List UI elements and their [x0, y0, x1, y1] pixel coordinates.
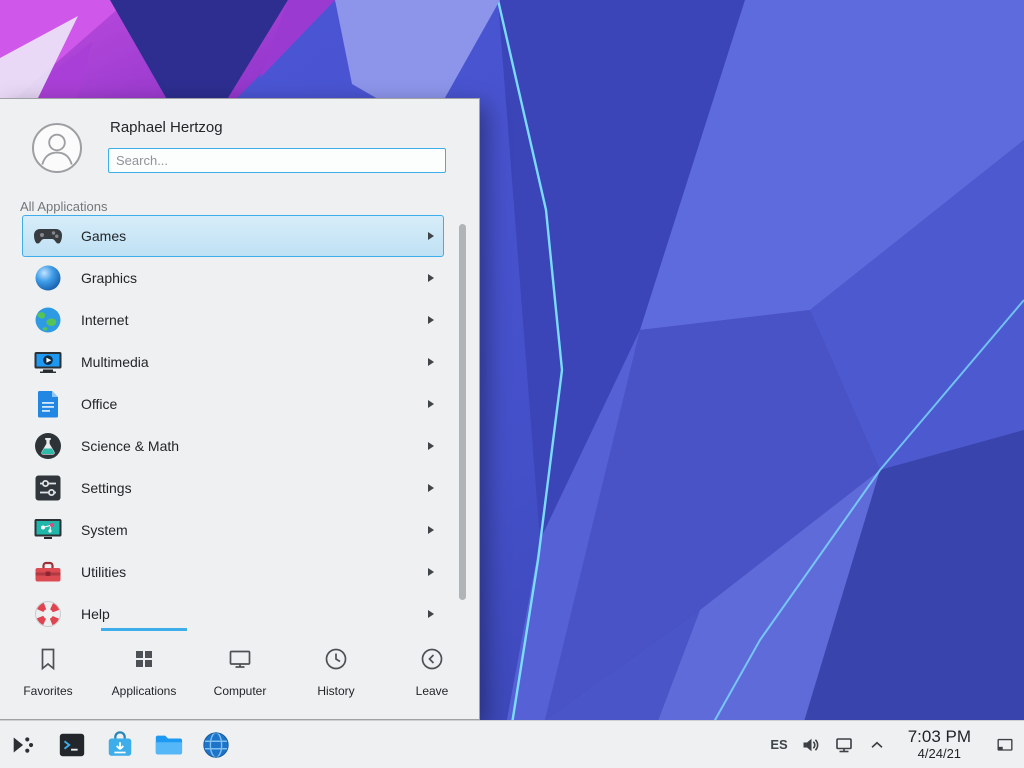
submenu-arrow-icon: [428, 274, 434, 282]
submenu-arrow-icon: [428, 610, 434, 618]
sphere-icon: [32, 262, 64, 294]
submenu-arrow-icon: [428, 316, 434, 324]
category-office[interactable]: Office: [22, 383, 444, 425]
network-icon[interactable]: [834, 735, 854, 755]
tab-leave[interactable]: Leave: [384, 631, 480, 719]
category-label: Graphics: [81, 270, 137, 286]
globe-icon: [32, 304, 64, 336]
taskbar-panel: ES 7:03 PM 4/24/21: [0, 720, 1024, 768]
tab-label: Favorites: [23, 684, 72, 698]
category-label: Settings: [81, 480, 132, 496]
section-title: All Applications: [20, 199, 107, 214]
file-manager-button[interactable]: [152, 729, 184, 761]
category-label: System: [81, 522, 128, 538]
category-settings[interactable]: Settings: [22, 467, 444, 509]
application-launcher-menu: Raphael Hertzog All Applications Games G…: [0, 98, 480, 720]
system-tray: ES 7:03 PM 4/24/21: [770, 725, 1018, 765]
clock-icon: [323, 646, 349, 677]
file-manager-icon: [153, 730, 183, 760]
submenu-arrow-icon: [428, 358, 434, 366]
grid-icon: [131, 646, 157, 677]
document-icon: [32, 388, 64, 420]
search-input[interactable]: [108, 148, 446, 173]
gamepad-icon: [32, 220, 64, 252]
sliders-icon: [32, 472, 64, 504]
clock-date: 4/24/21: [908, 747, 971, 762]
terminal-button[interactable]: [56, 729, 88, 761]
submenu-arrow-icon: [428, 526, 434, 534]
flask-icon: [32, 430, 64, 462]
desktop: Raphael Hertzog All Applications Games G…: [0, 0, 1024, 768]
tab-applications[interactable]: Applications: [96, 631, 192, 719]
clock-widget[interactable]: 7:03 PM 4/24/21: [900, 727, 979, 761]
clock-time: 7:03 PM: [908, 727, 971, 747]
terminal-icon: [57, 730, 87, 760]
leave-icon: [419, 646, 445, 677]
tab-favorites[interactable]: Favorites: [0, 631, 96, 719]
bookmark-icon: [35, 646, 61, 677]
web-browser-icon: [201, 730, 231, 760]
submenu-arrow-icon: [428, 442, 434, 450]
category-label: Science & Math: [81, 438, 179, 454]
multimedia-icon: [32, 346, 64, 378]
app-launcher-icon: [9, 730, 39, 760]
user-icon: [34, 125, 80, 171]
category-help[interactable]: Help: [22, 593, 444, 629]
tab-history[interactable]: History: [288, 631, 384, 719]
submenu-arrow-icon: [428, 568, 434, 576]
category-system[interactable]: System: [22, 509, 444, 551]
category-graphics[interactable]: Graphics: [22, 257, 444, 299]
category-label: Games: [81, 228, 126, 244]
monitor-icon: [32, 514, 64, 546]
toolbox-icon: [32, 556, 64, 588]
category-list: Games Graphics Internet: [0, 215, 480, 629]
expand-tray-caret-icon[interactable]: [867, 735, 887, 755]
category-multimedia[interactable]: Multimedia: [22, 341, 444, 383]
category-label: Multimedia: [81, 354, 149, 370]
tab-label: Applications: [112, 684, 177, 698]
category-internet[interactable]: Internet: [22, 299, 444, 341]
tab-label: History: [317, 684, 354, 698]
web-browser-button[interactable]: [200, 729, 232, 761]
software-center-button[interactable]: [104, 729, 136, 761]
tab-label: Computer: [214, 684, 267, 698]
category-games[interactable]: Games: [22, 215, 444, 257]
app-launcher-button[interactable]: [8, 729, 40, 761]
category-label: Help: [81, 606, 110, 622]
computer-icon: [227, 646, 253, 677]
launcher-tab-bar: Favorites Applications Computer History: [0, 631, 480, 719]
volume-icon[interactable]: [801, 735, 821, 755]
submenu-arrow-icon: [428, 484, 434, 492]
category-label: Utilities: [81, 564, 126, 580]
tab-computer[interactable]: Computer: [192, 631, 288, 719]
user-name: Raphael Hertzog: [110, 119, 223, 136]
taskbar-launchers: [8, 729, 232, 761]
category-science-math[interactable]: Science & Math: [22, 425, 444, 467]
user-avatar[interactable]: [32, 123, 82, 173]
category-utilities[interactable]: Utilities: [22, 551, 444, 593]
software-center-icon: [105, 730, 135, 760]
category-label: Internet: [81, 312, 128, 328]
tab-label: Leave: [416, 684, 449, 698]
keyboard-layout-indicator[interactable]: ES: [770, 737, 787, 752]
lifering-icon: [32, 598, 64, 629]
submenu-arrow-icon: [428, 400, 434, 408]
scrollbar[interactable]: [459, 224, 466, 600]
category-label: Office: [81, 396, 117, 412]
submenu-arrow-icon: [428, 232, 434, 240]
show-desktop-button[interactable]: [992, 725, 1018, 765]
show-desktop-icon: [995, 735, 1015, 755]
